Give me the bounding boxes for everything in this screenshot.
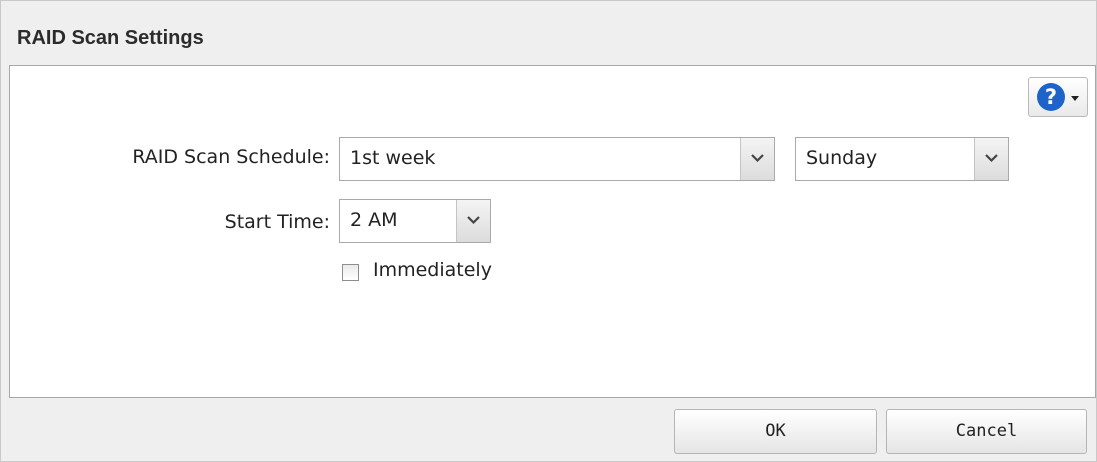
immediately-checkbox[interactable] [342,264,359,281]
week-select-arrow[interactable] [740,138,774,180]
chevron-down-icon [751,154,764,163]
dialog-titlebar: RAID Scan Settings [1,1,1096,65]
raid-scan-settings-dialog: RAID Scan Settings ? RAID Scan Schedule:… [0,0,1097,462]
start-time-select-arrow[interactable] [456,200,490,242]
question-icon: ? [1037,83,1065,111]
schedule-label: RAID Scan Schedule: [132,146,330,168]
week-select[interactable]: 1st week [339,137,775,181]
day-select-value: Sunday [806,147,878,169]
ok-button[interactable]: OK [674,409,877,454]
start-time-select-value: 2 AM [350,209,398,231]
dialog-title: RAID Scan Settings [17,27,204,49]
chevron-down-icon [1071,96,1079,101]
day-select[interactable]: Sunday [795,137,1009,181]
day-select-arrow[interactable] [974,138,1008,180]
start-time-select[interactable]: 2 AM [339,199,491,243]
help-menu-button[interactable]: ? [1028,77,1088,117]
chevron-down-icon [985,154,998,163]
start-time-label: Start Time: [224,211,330,233]
cancel-button[interactable]: Cancel [886,409,1087,454]
week-select-value: 1st week [350,147,436,169]
chevron-down-icon [467,216,480,225]
settings-panel: ? [9,65,1096,398]
immediately-label[interactable]: Immediately [373,259,492,281]
